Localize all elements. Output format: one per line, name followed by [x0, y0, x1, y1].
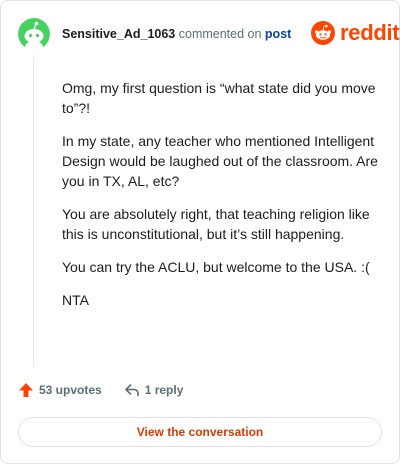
comment-paragraph: NTA	[62, 292, 89, 308]
upvote-count: 53 upvotes	[39, 383, 102, 397]
thread-line	[33, 57, 34, 367]
comment-actions: 53 upvotes 1 reply	[18, 382, 183, 398]
reply-arrow-icon	[124, 384, 139, 397]
reddit-snoo-icon	[311, 21, 335, 45]
view-conversation-button[interactable]: View the conversation	[18, 417, 382, 447]
comment-paragraph: Omg, my first question is “what state di…	[62, 80, 376, 116]
upvote-arrow-icon	[19, 383, 33, 397]
reddit-logo[interactable]: reddit	[311, 20, 400, 45]
comment-card: Sensitive_Ad_1063 commented on post redd…	[0, 0, 400, 464]
comment-body: Omg, my first question is “what state di…	[62, 78, 380, 323]
reply-button[interactable]: 1 reply	[124, 382, 184, 398]
username[interactable]: Sensitive_Ad_1063	[62, 27, 175, 41]
comment-paragraph: You are absolutely right, that teaching …	[62, 206, 370, 242]
comment-paragraph: You can try the ACLU, but welcome to the…	[62, 259, 370, 275]
reddit-wordmark: reddit	[340, 20, 400, 45]
comment-meta: Sensitive_Ad_1063 commented on post	[62, 27, 291, 41]
post-link[interactable]: post	[265, 27, 291, 41]
snoo-avatar-icon	[18, 18, 50, 50]
user-avatar[interactable]	[18, 18, 50, 50]
reply-count: 1 reply	[144, 383, 184, 397]
commented-on-label: commented on	[178, 27, 262, 41]
upvote-button[interactable]: 53 upvotes	[18, 382, 102, 398]
comment-paragraph: In my state, any teacher who mentioned I…	[62, 133, 378, 189]
